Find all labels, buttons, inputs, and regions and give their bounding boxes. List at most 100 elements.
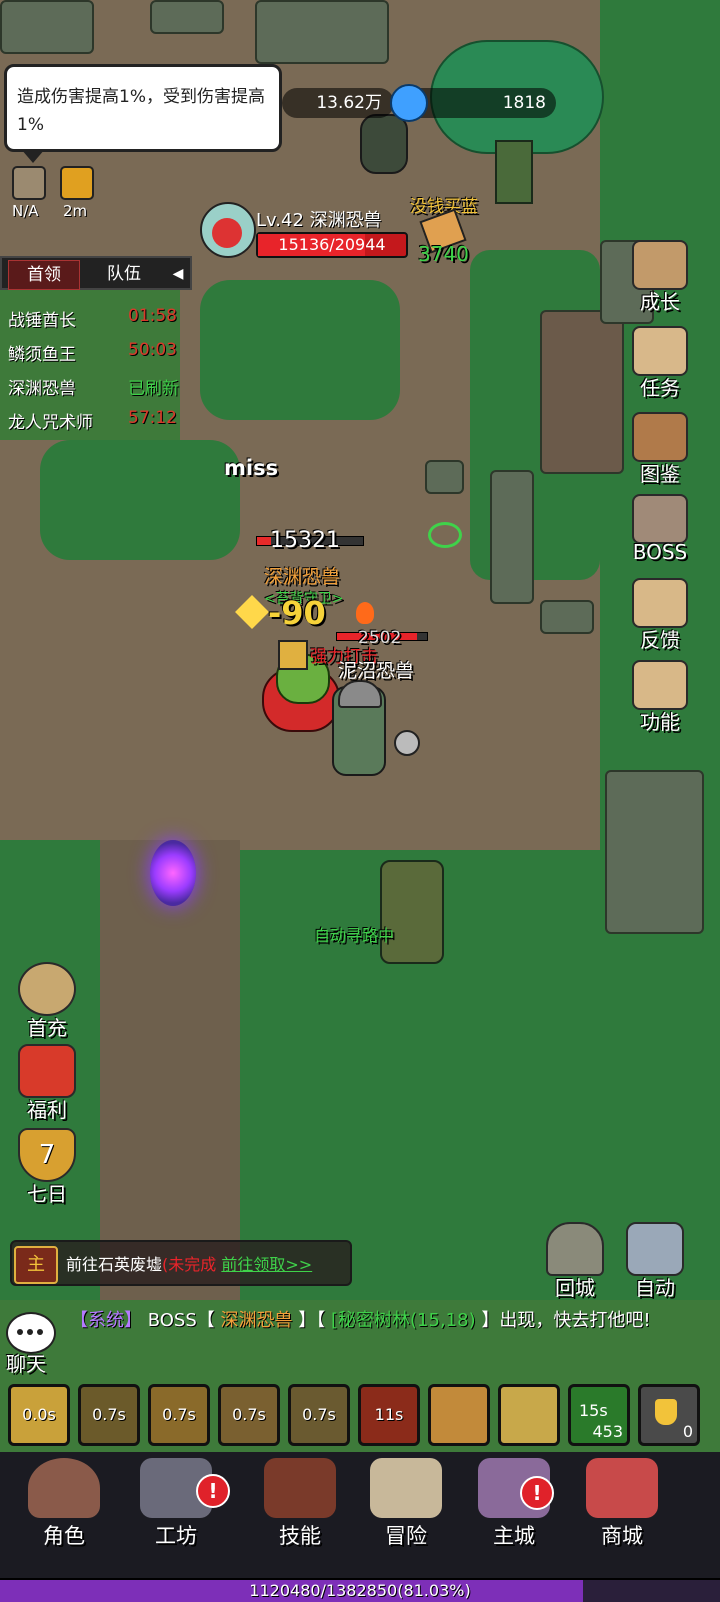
menu-functions[interactable]: 功能 (624, 660, 696, 735)
potion-count: 0 (682, 1422, 693, 1441)
skill-slot[interactable]: 0.7s (148, 1384, 210, 1446)
auto-battle-button[interactable]: 自动 (620, 1222, 690, 1301)
boss-list-name[interactable]: 鳞须鱼王 (8, 340, 76, 365)
cliff-rock (540, 310, 624, 474)
buff-tooltip: 造成伤害提高1%，受到伤害提高1% (4, 64, 282, 163)
menu-welfare[interactable]: 福利 (12, 1044, 82, 1123)
fire-icon (356, 602, 374, 624)
quest-status: (未完成 (162, 1255, 217, 1274)
menu-label: 任务 (640, 376, 680, 400)
nav-label: 商城 (601, 1524, 643, 1548)
knight-helmet (338, 680, 382, 708)
menu-codex[interactable]: 图鉴 (624, 412, 696, 487)
gold-counter: 13.62万 (282, 88, 394, 118)
chat-prefix: 【系统】 (70, 1310, 142, 1331)
menu-label: 成长 (640, 290, 680, 314)
tooltip-text: 造成伤害提高1%，受到伤害提高1% (17, 87, 265, 135)
stone-statue (605, 770, 704, 934)
grass-patch (200, 280, 400, 420)
quest-tag: 主 (14, 1246, 58, 1284)
enemy-hp-fill (257, 537, 271, 545)
boss-list-name[interactable]: 战锤酋长 (8, 306, 76, 331)
nav-character[interactable]: 角色 (14, 1458, 114, 1550)
chat-text: BOSS【 (147, 1310, 215, 1331)
crossed-swords-icon[interactable] (12, 166, 46, 200)
quest-scroll-icon (632, 326, 688, 376)
player-name: 泥沼恐兽 (338, 660, 415, 682)
spellbook-icon (264, 1458, 336, 1518)
skill-cooldown: 0.7s (162, 1405, 196, 1424)
menu-quest[interactable]: 任务 (624, 326, 696, 401)
experience-text: 1120480/1382850(81.03%) (249, 1581, 471, 1600)
menu-label: 首充 (27, 1016, 67, 1040)
skill-slot[interactable]: 0.7s (218, 1384, 280, 1446)
skill-slot[interactable]: 11s (358, 1384, 420, 1446)
tab-boss[interactable]: 首领 (8, 260, 80, 290)
tab-team[interactable]: 队伍 (86, 260, 162, 288)
grass-patch (40, 440, 240, 560)
nav-label: 工坊 (155, 1524, 197, 1548)
skill-slot[interactable]: 0.7s (288, 1384, 350, 1446)
nav-label: 技能 (279, 1524, 321, 1548)
boss-name: Lv.42 深渊恐兽 (256, 210, 382, 231)
skill-slot[interactable] (428, 1384, 490, 1446)
quest-claim-link[interactable]: 前往领取>> (221, 1255, 312, 1274)
system-chat-message: 【系统】 BOSS【 深渊恐兽 】【 [秘密树林(15,18) 】出现，快去打他… (70, 1308, 700, 1334)
chat-location[interactable]: [秘密树林(15,18) (331, 1310, 476, 1331)
chat-text: 】【 (298, 1310, 326, 1331)
portal[interactable] (150, 840, 196, 906)
skill-cooldown: 11s (374, 1405, 404, 1424)
damage-number: -90 (268, 594, 326, 632)
boss-portrait-icon (212, 218, 242, 248)
boss-list-name[interactable]: 龙人咒术师 (8, 408, 93, 433)
skill-slot[interactable] (498, 1384, 560, 1446)
skill-cooldown: 0.7s (232, 1405, 266, 1424)
nav-adventure[interactable]: 冒险 (356, 1458, 456, 1550)
collapse-arrow-icon[interactable]: ◀ (168, 260, 188, 288)
skill-slot[interactable]: 0.0s (8, 1384, 70, 1446)
boss-avatar[interactable] (200, 202, 256, 258)
gold-value: 13.62万 (316, 93, 382, 113)
enemy-name[interactable]: 深渊恐兽 (264, 562, 340, 589)
target-marker-icon (428, 522, 462, 548)
stone-ruin (0, 0, 94, 54)
crossed-swords-icon (626, 1222, 684, 1276)
boss-list-name[interactable]: 深渊恐兽 (8, 374, 76, 399)
auto-path-status: 自动寻路中 (314, 926, 395, 945)
return-town-button[interactable]: 回城 (540, 1222, 610, 1301)
stone-block (540, 600, 594, 634)
dead-tree (380, 860, 444, 964)
main-city-alert-badge: ! (520, 1476, 554, 1510)
nav-skills[interactable]: 技能 (250, 1458, 350, 1550)
enemy-hp-value: 15321 (270, 528, 340, 553)
chat-label[interactable]: 聊天 (6, 1348, 46, 1377)
shield-seven-icon: 7 (18, 1128, 76, 1182)
dragon-icon (632, 494, 688, 544)
pickup-count: 3740 (418, 242, 469, 266)
nav-label: 角色 (43, 1524, 85, 1548)
menu-label: 自动 (635, 1276, 675, 1300)
stone-pillar (490, 470, 534, 604)
rage-face-icon[interactable] (60, 166, 94, 200)
menu-growth[interactable]: 成长 (624, 240, 696, 315)
menu-seven-day[interactable]: 7 七日 (12, 1128, 82, 1207)
buff-timer-slot[interactable]: 15s 453 (568, 1384, 630, 1446)
main-quest-tracker[interactable]: 主 前往石英废墟(未完成 前往领取>> (10, 1240, 352, 1286)
boss-hp-text: 15136/20944 (278, 235, 386, 254)
buff-timer-time: 15s (579, 1401, 608, 1420)
menu-feedback[interactable]: 反馈 (624, 578, 696, 653)
menu-label: BOSS (632, 540, 688, 564)
miss-text: miss (224, 456, 279, 480)
menu-boss[interactable]: BOSS (624, 494, 696, 564)
function-scroll-icon (632, 660, 688, 710)
buff-label: N/A (12, 202, 39, 220)
potion-icon (655, 1399, 677, 1425)
menu-first-recharge[interactable]: 首充 (12, 962, 82, 1041)
skill-slot[interactable]: 0.7s (78, 1384, 140, 1446)
potion-slot[interactable]: 0 (638, 1384, 700, 1446)
power-strike-icon (278, 640, 308, 670)
nav-shop[interactable]: 商城 (572, 1458, 672, 1550)
boss-list-timer: 01:58 (128, 306, 177, 326)
boss-list-timer: 已刷新 (128, 379, 179, 399)
skill-cooldown: 0.7s (92, 1405, 126, 1424)
